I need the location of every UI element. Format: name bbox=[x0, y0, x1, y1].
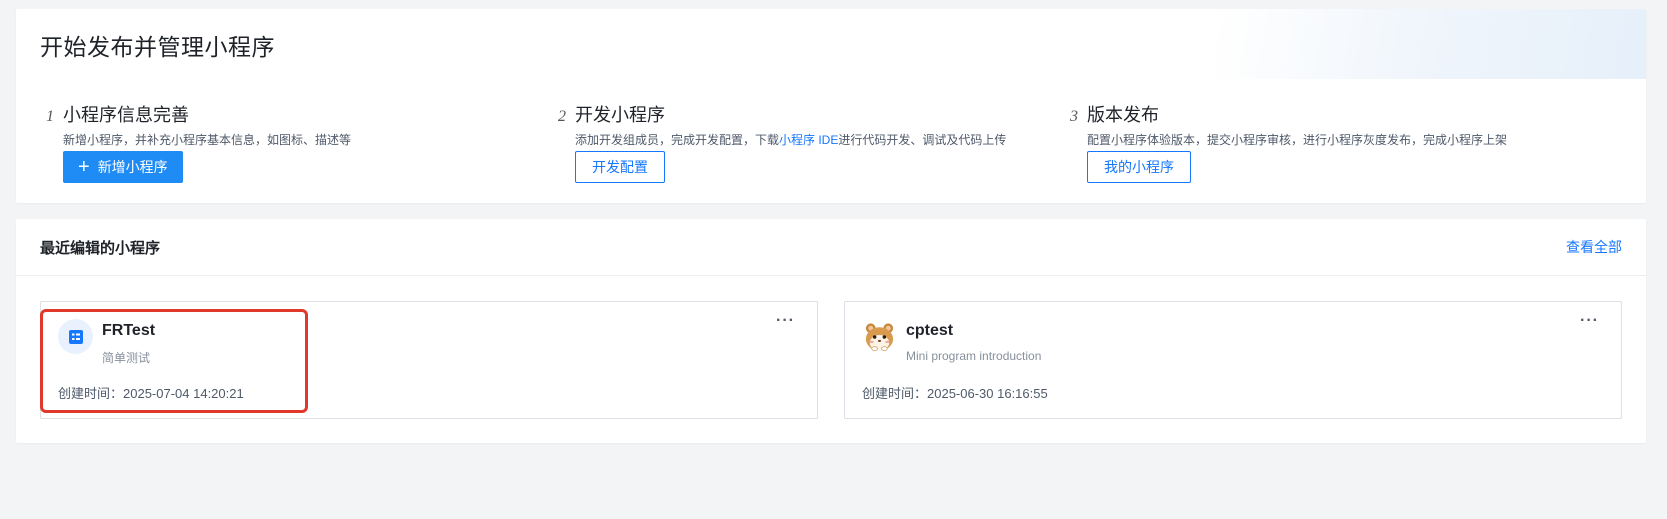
view-all-link[interactable]: 查看全部 bbox=[1566, 237, 1622, 257]
app-created-time: 创建时间：2025-07-04 14:20:21 bbox=[58, 386, 244, 401]
recent-apps-panel: 最近编辑的小程序 查看全部 FRTest 简单测试 创建时间：2025-07-0… bbox=[16, 219, 1646, 443]
step-description: 配置小程序体验版本，提交小程序审核，进行小程序灰度发布，完成小程序上架 bbox=[1087, 133, 1508, 147]
step-number: 1 bbox=[46, 108, 54, 125]
step-title: 小程序信息完善 bbox=[63, 105, 189, 125]
app-grid-icon bbox=[58, 319, 93, 354]
more-options-icon[interactable]: ··· bbox=[1580, 312, 1599, 330]
step-description: 新增小程序，并补充小程序基本信息，如图标、描述等 bbox=[63, 133, 352, 147]
recent-header: 最近编辑的小程序 查看全部 bbox=[16, 219, 1646, 276]
section-title: 最近编辑的小程序 bbox=[40, 239, 161, 257]
step-2: 2 开发小程序 添加开发组成员，完成开发配置，下载小程序 IDE进行代码开发、调… bbox=[558, 101, 1078, 183]
desc-text: 进行代码开发、调试及代码上传 bbox=[838, 133, 1007, 147]
my-mini-programs-button[interactable]: 我的小程序 bbox=[1087, 151, 1191, 183]
app-card-cptest[interactable]: cptest Mini program introduction 创建时间：20… bbox=[844, 301, 1622, 419]
step-number: 2 bbox=[558, 108, 566, 125]
ide-download-link[interactable]: 小程序 IDE bbox=[779, 133, 838, 147]
more-options-icon[interactable]: ··· bbox=[776, 312, 795, 330]
page-title: 开始发布并管理小程序 bbox=[40, 34, 275, 60]
step-title: 开发小程序 bbox=[575, 105, 665, 125]
add-mini-program-button[interactable]: + 新增小程序 bbox=[63, 151, 183, 183]
step-1: 1 小程序信息完善 新增小程序，并补充小程序基本信息，如图标、描述等 + 新增小… bbox=[46, 101, 566, 183]
decorative-gradient bbox=[1216, 9, 1646, 79]
app-description: Mini program introduction bbox=[906, 349, 1042, 363]
step-number: 3 bbox=[1070, 108, 1078, 125]
app-name: FRTest bbox=[102, 322, 156, 339]
app-description: 简单测试 bbox=[102, 351, 151, 365]
step-3: 3 版本发布 配置小程序体验版本，提交小程序审核，进行小程序灰度发布，完成小程序… bbox=[1070, 101, 1590, 183]
button-label: 新增小程序 bbox=[97, 159, 168, 175]
app-card-frtest[interactable]: FRTest 简单测试 创建时间：2025-07-04 14:20:21 ··· bbox=[40, 301, 818, 419]
desc-text: 添加开发组成员，完成开发配置，下载 bbox=[575, 133, 780, 147]
app-name: cptest bbox=[906, 322, 954, 339]
step-title: 版本发布 bbox=[1087, 105, 1159, 125]
getting-started-panel: 开始发布并管理小程序 1 小程序信息完善 新增小程序，并补充小程序基本信息，如图… bbox=[16, 9, 1646, 203]
step-description: 添加开发组成员，完成开发配置，下载小程序 IDE进行代码开发、调试及代码上传 bbox=[575, 131, 1078, 148]
plus-icon: + bbox=[78, 156, 90, 178]
hamster-avatar-icon bbox=[862, 319, 897, 354]
dev-config-button[interactable]: 开发配置 bbox=[575, 151, 665, 183]
app-created-time: 创建时间：2025-06-30 16:16:55 bbox=[862, 386, 1048, 401]
